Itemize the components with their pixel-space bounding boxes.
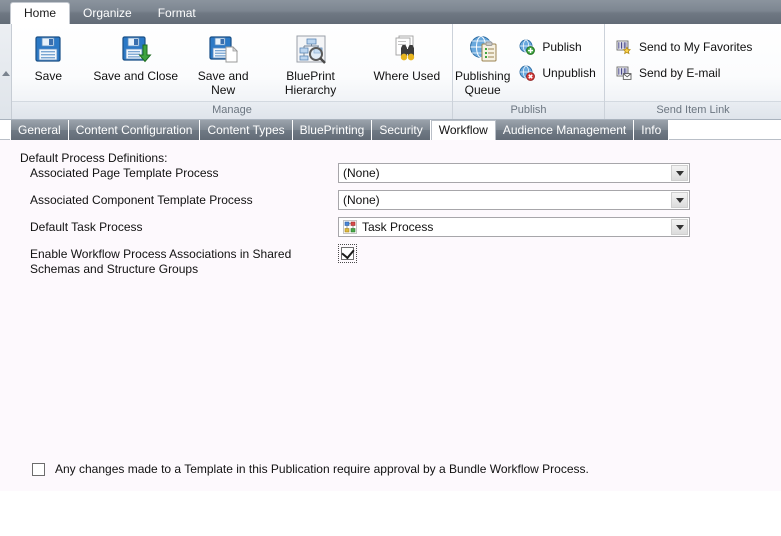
ribbon-group-send-item-link-items: Send to My Favorites <box>605 24 781 101</box>
ribbon-tab-strip: Home Organize Format <box>0 0 781 24</box>
label-associated-component-template-process: Associated Component Template Process <box>30 193 253 208</box>
associated-page-template-process-value: (None) <box>343 166 380 180</box>
unpublish-button[interactable]: Unpublish <box>516 60 601 86</box>
send-to-my-favorites-label: Send to My Favorites <box>639 40 752 54</box>
ribbon-group-publish-label: Publish <box>453 101 604 119</box>
associated-page-template-process-dropdown[interactable]: (None) <box>338 163 690 183</box>
publishing-queue-button[interactable]: Publishing Queue <box>453 28 512 97</box>
unpublish-icon <box>518 65 536 81</box>
publish-button[interactable]: Publish <box>516 34 601 60</box>
blueprint-hierarchy-button[interactable]: BluePrint Hierarchy <box>260 28 362 97</box>
tab-security[interactable]: Security <box>372 120 430 140</box>
where-used-button-label: Where Used <box>373 69 440 83</box>
workflow-form: Default Process Definitions: Associated … <box>0 140 781 491</box>
save-button-label: Save <box>35 69 62 83</box>
save-button[interactable]: Save <box>12 28 85 83</box>
chevron-down-icon[interactable] <box>671 165 688 181</box>
label-default-task-process: Default Task Process <box>30 220 143 235</box>
blueprint-hierarchy-button-label: BluePrint Hierarchy <box>262 69 360 97</box>
ribbon-tab-home[interactable]: Home <box>10 2 70 24</box>
publishing-queue-icon <box>467 32 499 66</box>
tab-content-configuration[interactable]: Content Configuration <box>69 120 201 140</box>
where-used-binoculars-icon <box>391 32 423 66</box>
send-by-email-icon <box>615 65 633 81</box>
chevron-down-icon[interactable] <box>671 219 688 235</box>
save-and-new-button-label: Save and New <box>189 69 258 97</box>
send-small-buttons: Send to My Favorites <box>605 28 764 86</box>
associated-component-template-process-dropdown[interactable]: (None) <box>338 190 690 210</box>
ribbon-group-manage-items: Save Save and Close <box>12 24 452 101</box>
tab-info[interactable]: Info <box>634 120 669 140</box>
checkmark-icon <box>341 246 354 260</box>
ribbon-tab-format[interactable]: Format <box>145 2 209 24</box>
ribbon-body: Save Save and Close <box>0 24 781 120</box>
enable-workflow-process-associations-checkbox[interactable] <box>341 247 354 260</box>
ribbon-group-publish: Publishing Queue Publish <box>452 24 604 119</box>
send-to-my-favorites-button[interactable]: Send to My Favorites <box>613 34 758 60</box>
publish-icon <box>518 39 536 55</box>
label-enable-workflow-process-associations: Enable Workflow Process Associations in … <box>30 247 330 277</box>
send-to-favorites-icon <box>615 39 633 55</box>
bundle-approval-checkbox[interactable] <box>32 463 45 476</box>
save-and-close-icon <box>120 32 152 66</box>
ribbon-group-send-item-link: Send to My Favorites <box>604 24 781 119</box>
tab-audience-management[interactable]: Audience Management <box>496 120 634 140</box>
ribbon-group-manage-label: Manage <box>12 101 452 119</box>
tab-general[interactable]: General <box>10 120 69 140</box>
tab-blueprinting[interactable]: BluePrinting <box>293 120 373 140</box>
ribbon-group-send-item-link-label: Send Item Link <box>605 101 781 119</box>
label-bundle-approval: Any changes made to a Template in this P… <box>55 462 589 477</box>
save-and-new-icon <box>207 32 239 66</box>
ribbon-scroll-up-arrow[interactable] <box>0 24 12 119</box>
save-and-close-button[interactable]: Save and Close <box>85 28 187 83</box>
tab-workflow[interactable]: Workflow <box>431 120 496 140</box>
blueprint-hierarchy-icon <box>295 32 327 66</box>
section-header-default-process-definitions: Default Process Definitions: <box>20 151 167 165</box>
save-floppy-icon <box>32 32 64 66</box>
publishing-queue-button-label: Publishing Queue <box>455 69 510 97</box>
associated-component-template-process-value: (None) <box>343 193 380 207</box>
publish-small-buttons: Publish Unpublish <box>512 28 607 86</box>
task-process-icon <box>343 220 357 234</box>
content-tab-strip: General Content Configuration Content Ty… <box>0 120 781 140</box>
publish-button-label: Publish <box>542 40 581 54</box>
default-task-process-value: Task Process <box>362 220 433 234</box>
save-and-new-button[interactable]: Save and New <box>187 28 260 97</box>
ribbon-group-publish-items: Publishing Queue Publish <box>453 24 604 101</box>
default-task-process-dropdown[interactable]: Task Process <box>338 217 690 237</box>
ribbon-tab-organize[interactable]: Organize <box>70 2 145 24</box>
send-by-email-button[interactable]: Send by E-mail <box>613 60 758 86</box>
unpublish-button-label: Unpublish <box>542 66 595 80</box>
ribbon-group-manage: Save Save and Close <box>12 24 452 119</box>
label-associated-page-template-process: Associated Page Template Process <box>30 166 219 181</box>
chevron-down-icon[interactable] <box>671 192 688 208</box>
tab-content-types[interactable]: Content Types <box>200 120 292 140</box>
where-used-button[interactable]: Where Used <box>362 28 452 83</box>
send-by-email-label: Send by E-mail <box>639 66 720 80</box>
save-and-close-button-label: Save and Close <box>93 69 178 83</box>
